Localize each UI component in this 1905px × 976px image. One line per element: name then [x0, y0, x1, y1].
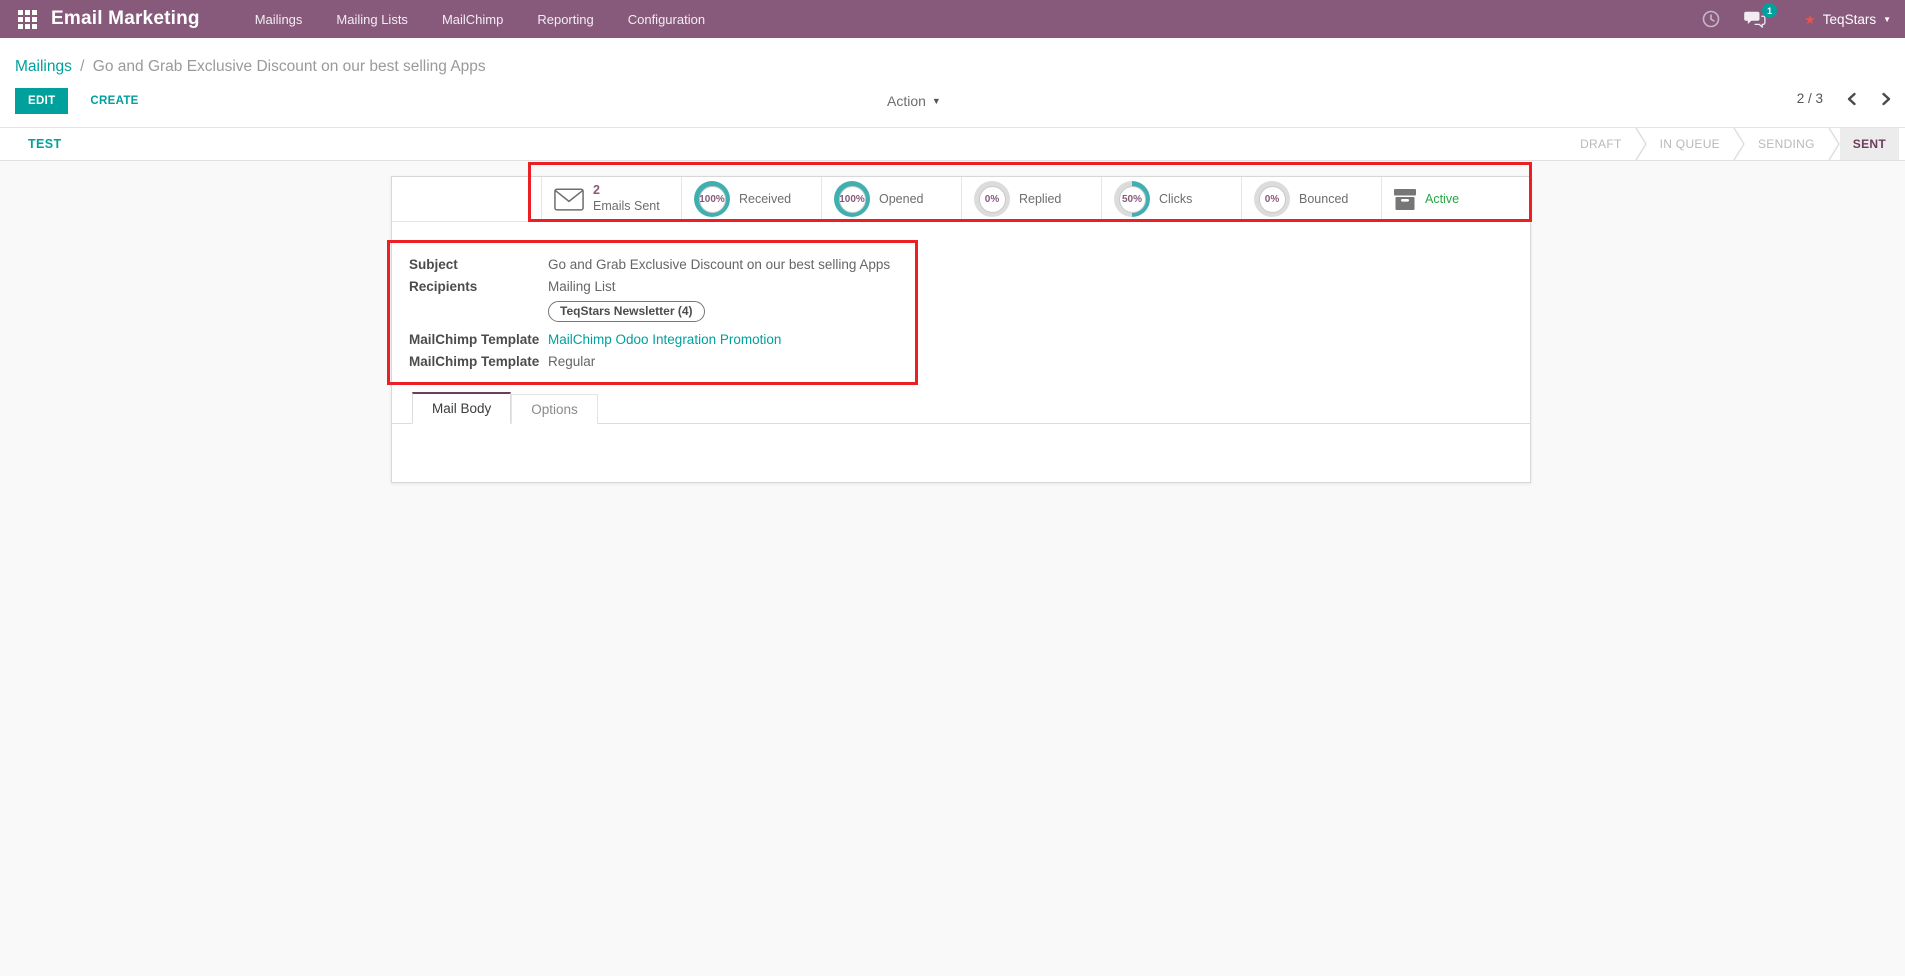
progress-ring: 0%: [974, 181, 1010, 217]
step-chevron-icon: [1635, 128, 1647, 160]
apps-menu-icon[interactable]: [18, 10, 37, 29]
create-button[interactable]: CREATE: [90, 95, 138, 107]
field-label: MailChimp Template: [409, 354, 548, 369]
stat-clicks-button[interactable]: 50% Clicks: [1101, 177, 1241, 221]
messages-icon[interactable]: 1: [1744, 10, 1766, 28]
pager-count: 2 / 3: [1797, 91, 1823, 106]
breadcrumb: Mailings / Go and Grab Exclusive Discoun…: [15, 58, 486, 76]
progress-ring: 50%: [1114, 181, 1150, 217]
action-dropdown[interactable]: Action ▼: [887, 93, 941, 109]
form-sheet: 2 Emails Sent 100% Received 100% Opened …: [391, 176, 1531, 483]
user-avatar: ★: [1804, 13, 1816, 26]
pager-next-button[interactable]: [1880, 92, 1893, 106]
activities-clock-icon[interactable]: [1702, 10, 1720, 28]
field-recipients: Recipients Mailing List: [409, 279, 1049, 294]
pager-previous-button[interactable]: [1845, 92, 1858, 106]
stat-value: 100%: [699, 186, 726, 213]
form-view-content: 2 Emails Sent 100% Received 100% Opened …: [0, 161, 1905, 976]
stat-bounced-button[interactable]: 0% Bounced: [1241, 177, 1381, 221]
field-value: Mailing List: [548, 279, 616, 294]
tab-mail-body[interactable]: Mail Body: [412, 392, 511, 424]
chevron-down-icon: ▼: [932, 96, 941, 106]
stat-value: 50%: [1119, 186, 1146, 213]
top-navbar: Email Marketing Mailings Mailing Lists M…: [0, 0, 1905, 38]
status-step-sent[interactable]: SENT: [1840, 128, 1899, 160]
stat-value: 0%: [979, 186, 1006, 213]
nav-item-mailchimp[interactable]: MailChimp: [442, 12, 503, 27]
archive-icon: [1394, 189, 1416, 210]
field-mailing-list-tags: TeqStars Newsletter (4): [409, 301, 1049, 322]
message-count-badge: 1: [1762, 3, 1777, 18]
progress-ring: 100%: [834, 181, 870, 217]
progress-ring: 100%: [694, 181, 730, 217]
step-chevron-icon: [1828, 128, 1840, 160]
nav-menu: Mailings Mailing Lists MailChimp Reporti…: [255, 12, 705, 27]
field-label: MailChimp Template: [409, 332, 548, 347]
nav-item-mailings[interactable]: Mailings: [255, 12, 303, 27]
stat-emails-sent-button[interactable]: 2 Emails Sent: [541, 177, 681, 221]
mail-body-panel: [392, 424, 1530, 482]
control-panel: Mailings / Go and Grab Exclusive Discoun…: [0, 38, 1905, 128]
stat-value: 2: [593, 183, 660, 199]
status-step-in-queue[interactable]: IN QUEUE: [1647, 128, 1733, 160]
field-subject: Subject Go and Grab Exclusive Discount o…: [409, 257, 1049, 272]
status-step-sending[interactable]: SENDING: [1745, 128, 1828, 160]
edit-button[interactable]: EDIT: [15, 88, 68, 114]
progress-ring: 0%: [1254, 181, 1290, 217]
nav-item-configuration[interactable]: Configuration: [628, 12, 705, 27]
stat-opened-button[interactable]: 100% Opened: [821, 177, 961, 221]
field-group: Subject Go and Grab Exclusive Discount o…: [409, 257, 1049, 376]
breadcrumb-mailings-link[interactable]: Mailings: [15, 58, 72, 75]
field-mailchimp-template-type: MailChimp Template Regular: [409, 354, 1049, 369]
breadcrumb-current-record: Go and Grab Exclusive Discount on our be…: [93, 58, 486, 75]
email-marketing-page: Email Marketing Mailings Mailing Lists M…: [0, 0, 1905, 976]
status-bar: TEST DRAFT IN QUEUE SENDING SENT: [0, 128, 1905, 161]
stat-label: Emails Sent: [593, 199, 660, 215]
field-value: Go and Grab Exclusive Discount on our be…: [548, 257, 890, 272]
stat-label: Bounced: [1299, 192, 1348, 206]
stat-received-button[interactable]: 100% Received: [681, 177, 821, 221]
action-dropdown-label: Action: [887, 93, 926, 109]
app-title: Email Marketing: [51, 8, 200, 30]
user-menu[interactable]: ★ TeqStars ▼: [1804, 12, 1891, 27]
stat-label: Active: [1425, 192, 1459, 206]
chevron-down-icon: ▼: [1883, 15, 1891, 24]
statusbar-steps: DRAFT IN QUEUE SENDING SENT: [1567, 128, 1899, 160]
record-pager: 2 / 3: [1797, 91, 1893, 106]
stat-label: Opened: [879, 192, 923, 206]
tab-options[interactable]: Options: [511, 394, 598, 424]
stat-label: Clicks: [1159, 192, 1192, 206]
test-button[interactable]: TEST: [28, 137, 62, 151]
stat-value: 100%: [839, 186, 866, 213]
step-chevron-icon: [1733, 128, 1745, 160]
status-step-draft[interactable]: DRAFT: [1567, 128, 1635, 160]
stat-value: 0%: [1259, 186, 1286, 213]
stat-label: Received: [739, 192, 791, 206]
envelope-icon: [554, 188, 584, 211]
notebook-tabs: Mail Body Options: [392, 393, 1530, 424]
nav-item-mailing-lists[interactable]: Mailing Lists: [336, 12, 408, 27]
field-label: Recipients: [409, 279, 548, 294]
user-name: TeqStars: [1823, 12, 1876, 27]
breadcrumb-separator: /: [80, 58, 84, 75]
field-value: Regular: [548, 354, 595, 369]
field-label: [409, 301, 548, 322]
field-label: Subject: [409, 257, 548, 272]
stat-replied-button[interactable]: 0% Replied: [961, 177, 1101, 221]
mailchimp-template-link[interactable]: MailChimp Odoo Integration Promotion: [548, 332, 781, 347]
stat-button-box: 2 Emails Sent 100% Received 100% Opened …: [392, 177, 1530, 222]
nav-item-reporting[interactable]: Reporting: [537, 12, 593, 27]
stat-label: Replied: [1019, 192, 1061, 206]
mailing-list-tag[interactable]: TeqStars Newsletter (4): [548, 301, 705, 322]
stat-active-button[interactable]: Active: [1381, 177, 1530, 221]
field-mailchimp-template: MailChimp Template MailChimp Odoo Integr…: [409, 332, 1049, 347]
